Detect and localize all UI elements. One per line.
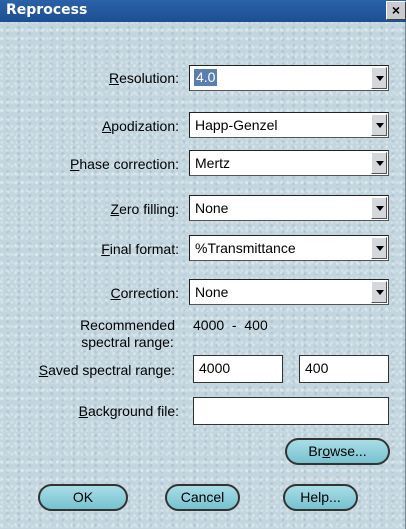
reprocess-dialog: Reprocess × Resolution: 4.0 Apodization:… xyxy=(0,0,406,529)
background-file-label: Background file: xyxy=(78,403,179,419)
phase-correction-label: Phase correction: xyxy=(70,156,179,172)
chevron-down-icon[interactable] xyxy=(371,114,387,136)
resolution-dropdown[interactable]: 4.0 xyxy=(189,65,389,91)
close-icon[interactable]: × xyxy=(392,2,400,18)
title-bar: Reprocess × xyxy=(0,0,406,22)
chevron-down-icon[interactable] xyxy=(371,237,387,259)
resolution-label: Resolution: xyxy=(108,70,179,86)
zero-filling-dropdown[interactable]: None xyxy=(189,195,389,221)
correction-label: Correction: xyxy=(110,285,179,301)
chevron-down-icon[interactable] xyxy=(371,197,387,219)
apodization-label: Apodization: xyxy=(101,118,179,134)
phase-correction-value: Mertz xyxy=(195,155,230,171)
chevron-down-icon[interactable] xyxy=(371,152,387,174)
zero-filling-value: None xyxy=(195,200,229,216)
browse-button[interactable]: Browse... xyxy=(285,438,390,465)
window-title: Reprocess xyxy=(6,2,88,18)
chevron-down-icon[interactable] xyxy=(371,67,387,89)
ok-button[interactable]: OK xyxy=(38,484,128,511)
recommended-range-value: 4000 - 400 xyxy=(193,317,268,333)
cancel-button[interactable]: Cancel xyxy=(165,484,240,511)
background-file-input[interactable] xyxy=(193,397,389,425)
correction-dropdown[interactable]: None xyxy=(189,279,389,305)
final-format-label: Final format: xyxy=(101,241,179,257)
saved-range-to-input[interactable]: 400 xyxy=(299,355,389,383)
apodization-value: Happ-Genzel xyxy=(195,117,278,133)
final-format-value: %Transmittance xyxy=(195,240,296,256)
zero-filling-label: Zero filling: xyxy=(110,201,179,217)
phase-correction-dropdown[interactable]: Mertz xyxy=(189,150,389,176)
correction-value: None xyxy=(195,284,229,300)
recommended-range-label: Recommended spectral range: xyxy=(80,317,175,350)
saved-range-label: Saved spectral range: xyxy=(38,362,175,378)
chevron-down-icon[interactable] xyxy=(371,281,387,303)
close-button[interactable]: × xyxy=(386,1,406,20)
help-button[interactable]: Help... xyxy=(283,484,358,511)
apodization-dropdown[interactable]: Happ-Genzel xyxy=(189,112,389,138)
resolution-value: 4.0 xyxy=(194,69,218,86)
final-format-dropdown[interactable]: %Transmittance xyxy=(189,235,389,261)
saved-range-from-input[interactable]: 4000 xyxy=(193,355,283,383)
